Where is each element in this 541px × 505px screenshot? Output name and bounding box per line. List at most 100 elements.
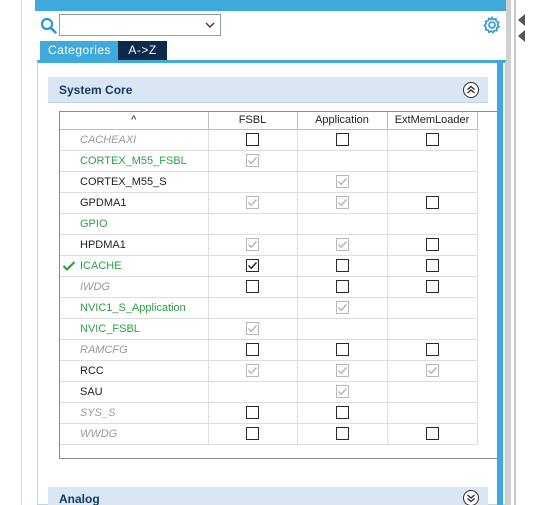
peripheral-name-cell[interactable]: RAMCFG — [60, 339, 209, 361]
context-cell-fsbl[interactable] — [208, 402, 298, 424]
chevron-double-down-icon[interactable] — [462, 489, 480, 505]
table-row[interactable]: NVIC_FSBL — [60, 318, 478, 340]
checkbox-extmemloader[interactable] — [425, 133, 439, 146]
peripheral-name-cell[interactable]: CORTEX_M55_FSBL — [60, 150, 209, 172]
section-header-system-core[interactable]: System Core — [48, 77, 488, 103]
context-cell-application[interactable] — [297, 402, 388, 424]
context-cell-fsbl[interactable] — [208, 255, 298, 277]
table-row[interactable]: WWDG — [60, 423, 478, 445]
table-row[interactable]: GPDMA1 — [60, 192, 478, 214]
checkbox-application[interactable] — [335, 259, 349, 272]
table-row[interactable]: GPIO — [60, 213, 478, 235]
chevron-double-up-icon[interactable] — [462, 81, 480, 99]
context-cell-application[interactable] — [297, 192, 388, 214]
gear-icon[interactable] — [482, 15, 502, 35]
column-header-application[interactable]: Application — [297, 112, 388, 130]
context-cell-application[interactable] — [297, 297, 388, 319]
table-row[interactable]: NVIC1_S_Application — [60, 297, 478, 319]
table-row[interactable]: IWDG — [60, 276, 478, 298]
peripheral-name-cell[interactable]: NVIC_FSBL — [60, 318, 209, 340]
context-cell-fsbl[interactable] — [208, 318, 298, 340]
checkbox-fsbl[interactable] — [246, 133, 259, 146]
checkbox-application[interactable] — [335, 406, 349, 419]
checkbox-fsbl[interactable] — [246, 427, 259, 440]
checkbox-extmemloader[interactable] — [425, 343, 439, 356]
chevron-down-icon[interactable] — [204, 19, 216, 31]
tab-a-to-z[interactable]: A->Z — [118, 41, 167, 60]
context-cell-application[interactable] — [297, 360, 388, 382]
context-cell-extmemloader[interactable] — [387, 255, 478, 277]
peripheral-name-cell[interactable]: CORTEX_M55_S — [60, 171, 209, 193]
table-row[interactable]: CORTEX_M55_FSBL — [60, 150, 478, 172]
checkbox-fsbl[interactable] — [246, 259, 259, 272]
peripheral-name-cell[interactable]: IWDG — [60, 276, 209, 298]
table-row[interactable]: ICACHE — [60, 255, 478, 277]
peripheral-name-cell[interactable]: SYS_S — [60, 402, 209, 424]
column-header-fsbl[interactable]: FSBL — [208, 112, 298, 130]
collapse-left-arrow-icon[interactable] — [518, 14, 525, 26]
context-cell-extmemloader[interactable] — [387, 192, 478, 214]
peripheral-name-cell[interactable]: ICACHE — [60, 255, 209, 277]
peripheral-name-cell[interactable]: RCC — [60, 360, 209, 382]
peripheral-name-cell[interactable]: WWDG — [60, 423, 209, 445]
context-cell-extmemloader[interactable] — [387, 129, 478, 151]
checkbox-application[interactable] — [335, 280, 349, 293]
checkbox-extmemloader[interactable] — [425, 427, 439, 440]
table-row[interactable]: RCC — [60, 360, 478, 382]
context-cell-extmemloader[interactable] — [387, 423, 478, 445]
peripheral-name-cell[interactable]: SAU — [60, 381, 209, 403]
peripheral-name-cell[interactable]: HPDMA1 — [60, 234, 209, 256]
context-cell-fsbl[interactable] — [208, 234, 298, 256]
context-cell-fsbl[interactable] — [208, 150, 298, 172]
panel-scrollbar[interactable] — [497, 63, 503, 505]
checkbox-extmemloader[interactable] — [425, 280, 439, 293]
peripheral-name-cell[interactable]: GPDMA1 — [60, 192, 209, 214]
context-cell-fsbl[interactable] — [208, 129, 298, 151]
peripheral-name-cell[interactable]: NVIC1_S_Application — [60, 297, 209, 319]
context-cell-application[interactable] — [297, 255, 388, 277]
checkbox-application[interactable] — [335, 133, 349, 146]
enabled-check-icon — [62, 260, 76, 271]
context-cell-application[interactable] — [297, 234, 388, 256]
checkbox-extmemloader[interactable] — [425, 259, 439, 272]
peripheral-name-cell[interactable]: GPIO — [60, 213, 209, 235]
checkbox-extmemloader[interactable] — [425, 196, 439, 209]
table-row[interactable]: RAMCFG — [60, 339, 478, 361]
collapse-left-arrow-icon[interactable] — [518, 30, 525, 42]
context-cell-fsbl[interactable] — [208, 360, 298, 382]
right-splitter[interactable] — [506, 0, 541, 505]
context-cell-fsbl[interactable] — [208, 192, 298, 214]
table-row[interactable]: SYS_S — [60, 402, 478, 424]
tab-categories[interactable]: Categories — [40, 41, 118, 60]
section-header-analog[interactable]: Analog — [48, 487, 488, 505]
checkbox-fsbl[interactable] — [246, 343, 259, 356]
checkbox-application[interactable] — [335, 343, 349, 356]
search-input[interactable] — [59, 14, 221, 36]
context-cell-extmemloader[interactable] — [387, 234, 478, 256]
checkbox-fsbl[interactable] — [246, 280, 259, 293]
column-header-extmemloader[interactable]: ExtMemLoader — [387, 112, 478, 130]
context-cell-application[interactable] — [297, 171, 388, 193]
table-row[interactable]: CACHEAXI — [60, 129, 478, 151]
table-row[interactable]: HPDMA1 — [60, 234, 478, 256]
context-cell-fsbl[interactable] — [208, 276, 298, 298]
column-header-name[interactable]: ^ — [60, 112, 209, 130]
table-row[interactable]: CORTEX_M55_S — [60, 171, 478, 193]
context-cell-application[interactable] — [297, 381, 388, 403]
search-icon[interactable] — [40, 17, 58, 35]
context-cell-application[interactable] — [297, 129, 388, 151]
context-cell-fsbl — [208, 297, 298, 319]
context-cell-fsbl[interactable] — [208, 339, 298, 361]
checkbox-application[interactable] — [335, 427, 349, 440]
context-cell-application[interactable] — [297, 423, 388, 445]
context-cell-extmemloader[interactable] — [387, 276, 478, 298]
checkbox-extmemloader[interactable] — [425, 238, 439, 251]
context-cell-extmemloader[interactable] — [387, 339, 478, 361]
checkbox-fsbl[interactable] — [246, 406, 259, 419]
peripheral-name-cell[interactable]: CACHEAXI — [60, 129, 209, 151]
context-cell-extmemloader[interactable] — [387, 360, 478, 382]
context-cell-fsbl[interactable] — [208, 423, 298, 445]
table-row[interactable]: SAU — [60, 381, 478, 403]
context-cell-application[interactable] — [297, 339, 388, 361]
context-cell-application[interactable] — [297, 276, 388, 298]
